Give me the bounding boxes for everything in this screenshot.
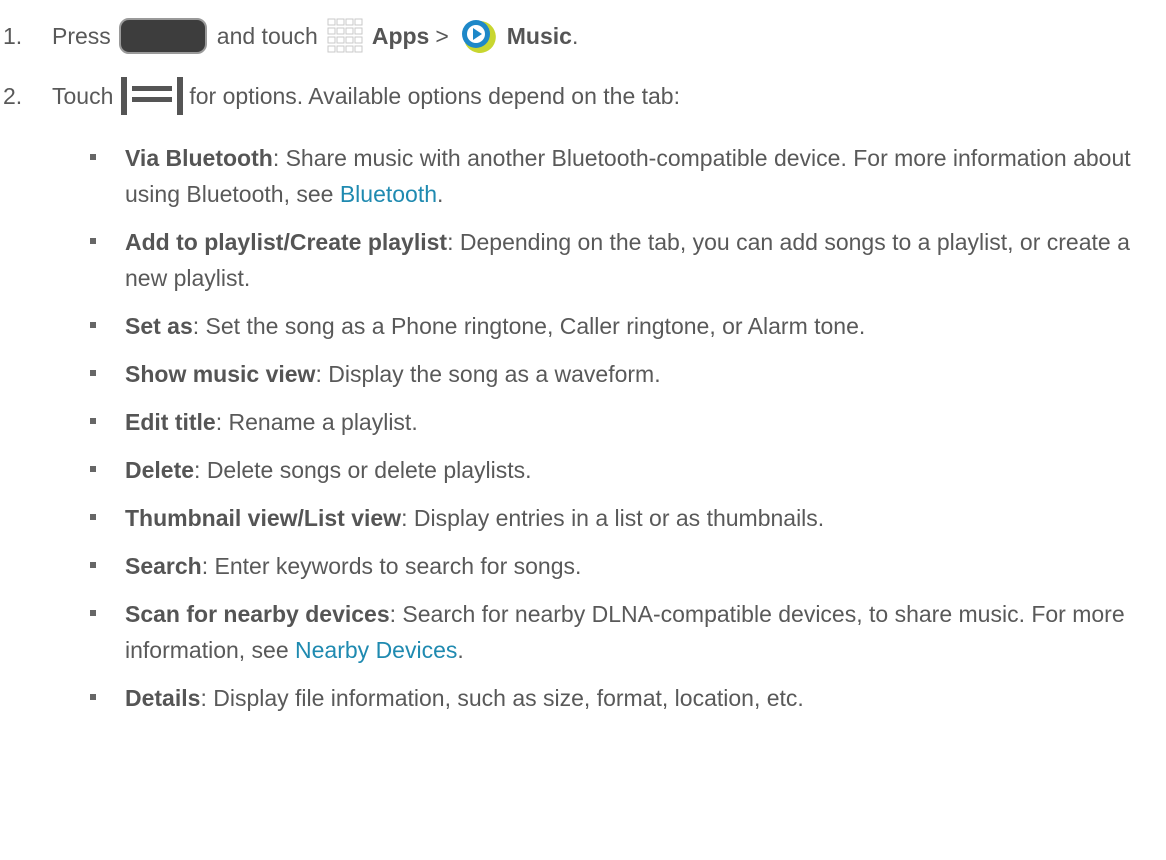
step-number: 1. xyxy=(3,22,23,49)
bullet-icon xyxy=(90,322,96,328)
option-term: Via Bluetooth xyxy=(125,145,273,171)
option-desc: : Delete songs or delete playlists. xyxy=(194,457,532,483)
bullet-icon xyxy=(90,694,96,700)
option-term: Details xyxy=(125,685,201,711)
bullet-icon xyxy=(90,154,96,160)
option-desc: : Set the song as a Phone ringtone, Call… xyxy=(192,313,866,339)
option-term: Set as xyxy=(125,313,193,339)
home-button-icon xyxy=(118,18,207,54)
list-item: Via Bluetooth: Share music with another … xyxy=(90,140,1160,212)
option-term: Edit title xyxy=(125,409,216,435)
list-item: Edit title: Rename a playlist. xyxy=(90,404,1160,440)
step-1: 1. Press and touch Apps > Music . xyxy=(0,17,578,55)
apps-grid-icon xyxy=(326,17,364,55)
list-item: Set as: Set the song as a Phone ringtone… xyxy=(90,308,1160,344)
option-desc: : Enter keywords to search for songs. xyxy=(201,553,582,579)
bullet-icon xyxy=(90,418,96,424)
option-term: Add to playlist/Create playlist xyxy=(125,229,448,255)
menu-icon xyxy=(121,76,184,116)
option-term: Thumbnail view/List view xyxy=(125,505,402,531)
option-desc: : Display file information, such as size… xyxy=(200,685,804,711)
step-text-and-touch: and touch xyxy=(216,22,318,49)
option-desc: : Display the song as a waveform. xyxy=(315,361,661,387)
apps-label: Apps xyxy=(371,22,430,49)
bullet-icon xyxy=(90,466,96,472)
option-desc: : Share music with another Bluetooth-com… xyxy=(125,145,1131,207)
step-text-press: Press xyxy=(52,22,111,49)
list-item: Show music view: Display the song as a w… xyxy=(90,356,1160,392)
list-item: Scan for nearby devices: Search for near… xyxy=(90,596,1160,668)
nearby-devices-link[interactable]: Nearby Devices xyxy=(295,637,457,663)
option-term: Search xyxy=(125,553,202,579)
option-tail: . xyxy=(437,181,444,207)
step-text-touch: Touch xyxy=(52,82,114,109)
option-tail: . xyxy=(457,637,464,663)
step-2: 2. Touch for options. Available options … xyxy=(0,76,680,116)
option-term: Scan for nearby devices xyxy=(125,601,390,627)
separator: > xyxy=(435,22,449,49)
bullet-icon xyxy=(90,238,96,244)
step-text-rest: for options. Available options depend on… xyxy=(189,82,680,109)
music-label: Music xyxy=(506,22,572,49)
list-item: Add to playlist/Create playlist: Dependi… xyxy=(90,224,1160,296)
list-item: Delete: Delete songs or delete playlists… xyxy=(90,452,1160,488)
list-item: Details: Display file information, such … xyxy=(90,680,1160,716)
list-item: Thumbnail view/List view: Display entrie… xyxy=(90,500,1160,536)
option-desc: : Display entries in a list or as thumbn… xyxy=(401,505,825,531)
step-number: 2. xyxy=(3,82,23,109)
music-player-icon xyxy=(459,17,497,55)
bullet-icon xyxy=(90,562,96,568)
bullet-icon xyxy=(90,370,96,376)
bullet-icon xyxy=(90,610,96,616)
list-item: Search: Enter keywords to search for son… xyxy=(90,548,1160,584)
option-term: Show music view xyxy=(125,361,316,387)
bullet-icon xyxy=(90,514,96,520)
option-desc: : Rename a playlist. xyxy=(215,409,418,435)
option-term: Delete xyxy=(125,457,195,483)
step-period: . xyxy=(571,22,579,49)
bluetooth-link[interactable]: Bluetooth xyxy=(340,181,437,207)
